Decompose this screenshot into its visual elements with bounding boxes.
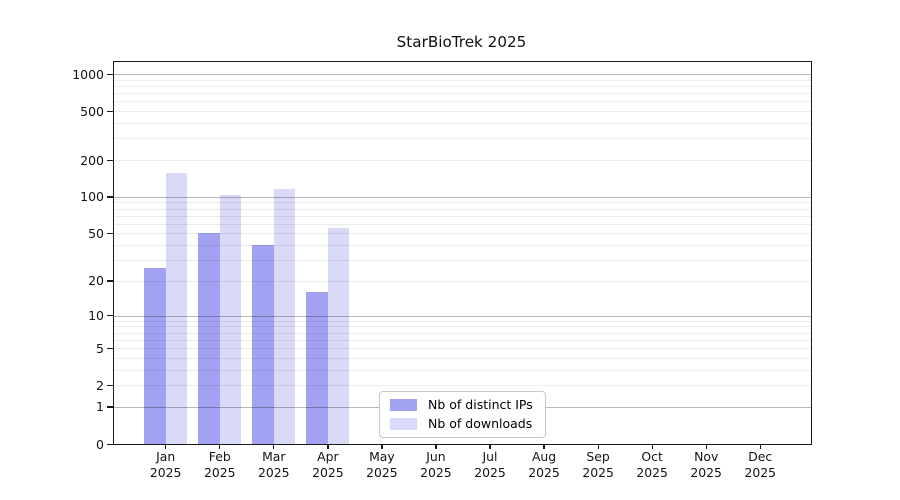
minor-gridline — [114, 123, 811, 124]
minor-gridline — [114, 86, 811, 87]
bar-distinct-ips — [252, 245, 274, 444]
bar-downloads — [166, 173, 188, 444]
legend-swatch-downloads — [390, 418, 417, 430]
legend-item-distinct-ips: Nb of distinct IPs — [390, 398, 535, 412]
major-gridline — [114, 74, 811, 75]
y-tick — [107, 74, 113, 75]
y-tick-label: 5 — [0, 341, 104, 356]
minor-gridline — [114, 224, 811, 225]
bar-distinct-ips — [198, 233, 220, 444]
minor-gridline — [114, 202, 811, 203]
y-tick-label: 0 — [0, 437, 104, 452]
legend: Nb of distinct IPs Nb of downloads — [379, 391, 546, 438]
bar-downloads — [274, 189, 296, 444]
download-stats-chart: StarBioTrek 2025 Nb of distinct IPs Nb o… — [0, 0, 900, 500]
y-tick — [107, 196, 113, 197]
bar-downloads — [220, 195, 242, 444]
y-tick-label: 100 — [0, 189, 104, 204]
bar-downloads — [328, 228, 350, 444]
y-tick-label: 50 — [0, 226, 104, 241]
x-tick-label: Dec 2025 — [728, 449, 792, 481]
y-tick-label: 2 — [0, 378, 104, 393]
major-gridline — [114, 197, 811, 198]
y-tick-label: 1 — [0, 399, 104, 414]
legend-label-distinct-ips: Nb of distinct IPs — [428, 398, 533, 412]
y-tick-label: 20 — [0, 273, 104, 288]
y-tick — [107, 385, 113, 386]
y-tick — [107, 111, 113, 112]
minor-gridline — [114, 138, 811, 139]
minor-gridline — [114, 101, 811, 102]
y-tick-label: 10 — [0, 308, 104, 323]
minor-gridline — [114, 216, 811, 217]
bar-distinct-ips — [144, 268, 166, 444]
y-tick-label: 200 — [0, 153, 104, 168]
y-tick — [107, 406, 113, 407]
legend-label-downloads: Nb of downloads — [428, 417, 532, 431]
plot-area: Nb of distinct IPs Nb of downloads — [113, 61, 812, 445]
minor-gridline — [114, 111, 811, 112]
chart-title: StarBioTrek 2025 — [113, 33, 810, 51]
y-tick-label: 1000 — [0, 67, 104, 82]
y-tick — [107, 280, 113, 281]
y-tick — [107, 160, 113, 161]
bar-distinct-ips — [306, 292, 328, 444]
minor-gridline — [114, 93, 811, 94]
y-tick — [107, 444, 113, 445]
legend-item-downloads: Nb of downloads — [390, 417, 535, 431]
minor-gridline — [114, 80, 811, 81]
minor-gridline — [114, 160, 811, 161]
minor-gridline — [114, 209, 811, 210]
y-tick-label: 500 — [0, 104, 104, 119]
y-tick — [107, 348, 113, 349]
legend-swatch-distinct-ips — [390, 399, 417, 411]
y-tick — [107, 233, 113, 234]
y-tick — [107, 315, 113, 316]
